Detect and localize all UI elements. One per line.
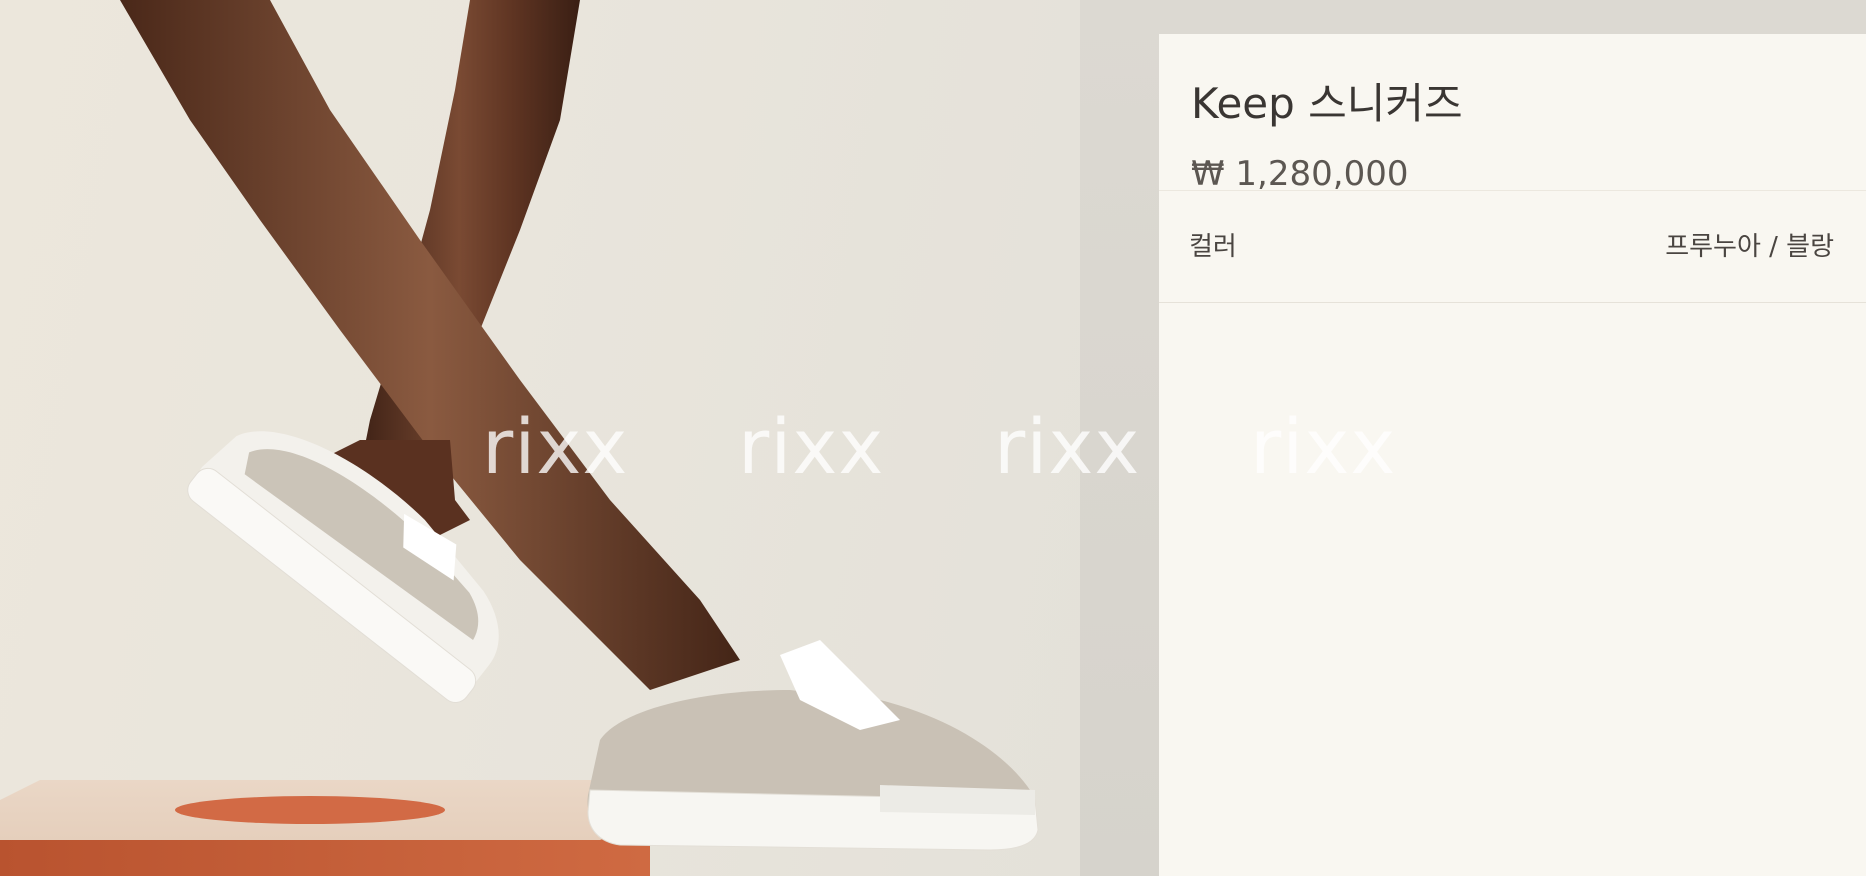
color-value: 프루누아 / 블랑 <box>1665 232 1834 262</box>
product-page: Keep 스니커즈 ₩ 1,280,000 컬러 프루누아 / 블랑 rixx … <box>0 0 1866 876</box>
product-photo-illustration <box>0 0 1039 876</box>
product-info-panel: Keep 스니커즈 ₩ 1,280,000 컬러 프루누아 / 블랑 <box>1159 34 1866 876</box>
color-label: 컬러 <box>1189 232 1237 262</box>
product-title: Keep 스니커즈 <box>1191 79 1463 128</box>
divider <box>1159 190 1866 191</box>
product-image[interactable] <box>0 0 1080 876</box>
divider <box>1159 302 1866 303</box>
color-row[interactable]: 컬러 프루누아 / 블랑 <box>1189 226 1834 263</box>
product-price: ₩ 1,280,000 <box>1191 154 1409 194</box>
